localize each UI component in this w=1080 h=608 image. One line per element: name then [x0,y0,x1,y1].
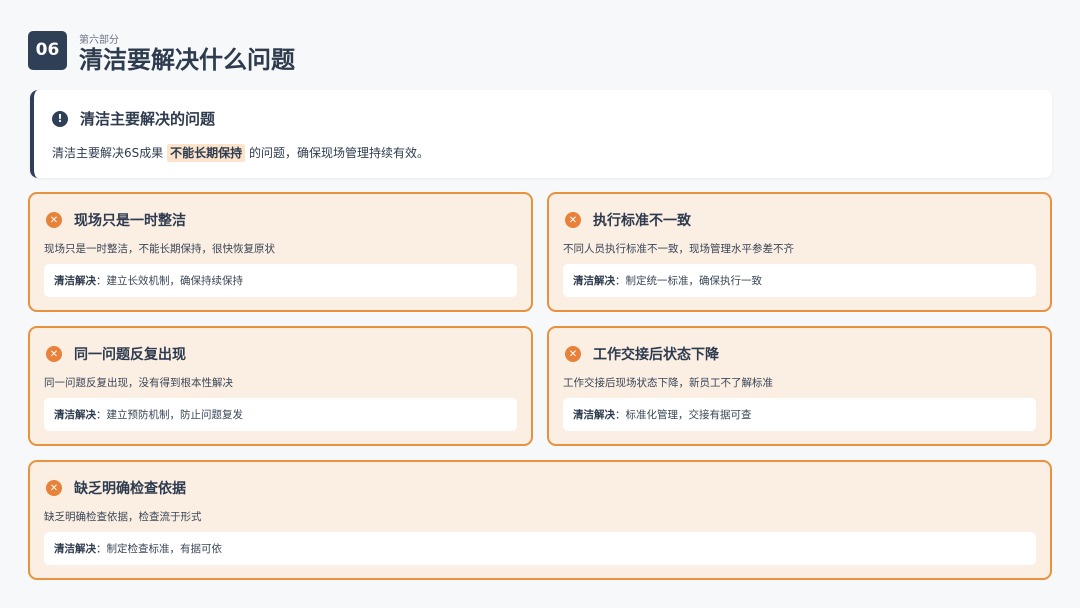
card-title: 执行标准不一致 [593,213,691,229]
section-number-badge: 06 [28,30,67,70]
page-title: 清洁要解决什么问题 [79,46,295,74]
card-description: 同一问题反复出现，没有得到根本性解决 [44,377,233,389]
intro-header: ! 清洁主要解决的问题 [52,108,215,129]
section-titles: 第六部分 清洁要解决什么问题 [79,30,679,74]
card-header: ✕ 执行标准不一致 [565,210,691,230]
intro-text-after: 的问题，确保现场管理持续有效。 [248,146,429,160]
solution-label: 清洁解决 [573,409,615,421]
solution-text: ：标准化管理，交接有据可查 [615,409,752,421]
solution-label: 清洁解决 [54,543,96,555]
intro-title: 清洁主要解决的问题 [80,110,216,128]
card-header: ✕ 同一问题反复出现 [46,344,186,364]
problem-card: ✕ 现场只是一时整洁 现场只是一时整洁，不能长期保持，很快恢复原状 清洁解决 ：建… [28,192,533,312]
intro-highlight: 不能长期保持 [167,144,246,162]
close-circle-icon: ✕ [46,212,62,228]
card-title: 现场只是一时整洁 [74,213,186,229]
section-header: 06 第六部分 清洁要解决什么问题 [28,30,679,74]
solution-label: 清洁解决 [573,275,615,287]
exclamation-icon: ! [52,110,68,127]
card-description: 缺乏明确检查依据，检查流于形式 [44,511,202,523]
close-circle-icon: ✕ [46,480,62,496]
close-circle-icon: ✕ [565,212,581,228]
solution-label: 清洁解决 [54,275,96,287]
problem-card: ✕ 同一问题反复出现 同一问题反复出现，没有得到根本性解决 清洁解决 ：建立预防机… [28,326,533,446]
card-solution: 清洁解决 ：制定检查标准，有据可依 [44,532,1036,565]
solution-text: ：制定统一标准，确保执行一致 [615,275,762,287]
close-circle-icon: ✕ [46,346,62,362]
solution-text: ：建立长效机制，确保持续保持 [96,275,243,287]
intro-panel: ! 清洁主要解决的问题 清洁主要解决6S成果 不能长期保持 的问题，确保现场管理… [30,90,1052,178]
card-title: 工作交接后状态下降 [593,347,719,363]
problem-card: ✕ 工作交接后状态下降 工作交接后现场状态下降，新员工不了解标准 清洁解决 ：标准… [547,326,1052,446]
card-title: 缺乏明确检查依据 [74,481,186,497]
card-description: 现场只是一时整洁，不能长期保持，很快恢复原状 [44,243,275,255]
card-header: ✕ 缺乏明确检查依据 [46,478,186,498]
card-solution: 清洁解决 ：制定统一标准，确保执行一致 [563,264,1036,297]
problem-card: ✕ 执行标准不一致 不同人员执行标准不一致，现场管理水平参差不齐 清洁解决 ：制定… [547,192,1052,312]
card-solution: 清洁解决 ：建立预防机制，防止问题复发 [44,398,517,431]
card-solution: 清洁解决 ：标准化管理，交接有据可查 [563,398,1036,431]
card-description: 工作交接后现场状态下降，新员工不了解标准 [563,377,773,389]
card-header: ✕ 工作交接后状态下降 [565,344,719,364]
card-header: ✕ 现场只是一时整洁 [46,210,186,230]
solution-text: ：建立预防机制，防止问题复发 [96,409,243,421]
solution-label: 清洁解决 [54,409,96,421]
intro-text-before: 清洁主要解决6S成果 [52,146,164,160]
card-description: 不同人员执行标准不一致，现场管理水平参差不齐 [563,243,794,255]
card-title: 同一问题反复出现 [74,347,186,363]
close-circle-icon: ✕ [565,346,581,362]
problem-card: ✕ 缺乏明确检查依据 缺乏明确检查依据，检查流于形式 清洁解决 ：制定检查标准，有… [28,460,1052,580]
solution-text: ：制定检查标准，有据可依 [96,543,222,555]
intro-text: 清洁主要解决6S成果 不能长期保持 的问题，确保现场管理持续有效。 [52,144,429,162]
card-solution: 清洁解决 ：建立长效机制，确保持续保持 [44,264,517,297]
